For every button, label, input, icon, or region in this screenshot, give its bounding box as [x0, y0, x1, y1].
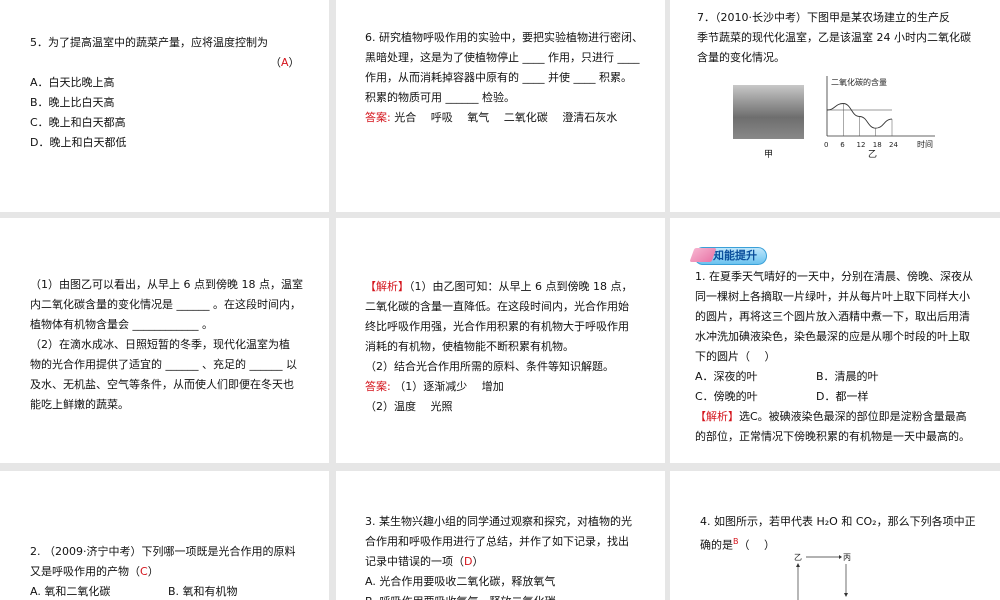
text-line: 内二氧化碳含量的变化情况是 ______ 。在这段时间内， — [30, 298, 301, 311]
answer-text: （1）逐渐减少 增加 — [394, 380, 504, 393]
text-line: 4. 如图所示，若甲代表 H₂O 和 CO₂，那么下列各项中正 — [700, 515, 976, 528]
question-text: 1. 在夏季天气晴好的一天中，分别在清晨、傍晚、深夜从 同一棵树上各摘取一片绿叶… — [695, 267, 973, 447]
analysis-label: 【解析】 — [365, 280, 409, 293]
x-tick-label: 0 — [824, 141, 828, 149]
x-axis-label: 时间 — [917, 139, 933, 149]
x-tick-label: 12 — [857, 141, 866, 149]
option: B. 呼吸作用要吸收氧气，释放二氧化碳 — [365, 592, 632, 600]
analysis-text: 【解析】（1）由乙图可知：从早上 6 点到傍晚 18 点， 二氧化碳的含量一直降… — [365, 277, 632, 417]
question-text: 4. 如图所示，若甲代表 H₂O 和 CO₂，那么下列各项中正 确的是B（ ） — [700, 512, 976, 552]
answer-text: 光合 呼吸 氧气 二氧化碳 澄清石灰水 — [394, 111, 618, 124]
text-line: 季节蔬菜的现代化温室，乙是该温室 24 小时内二氧化碳 — [697, 31, 971, 44]
bracket-close: ） — [288, 56, 300, 69]
slide-question-4: 4. 如图所示，若甲代表 H₂O 和 CO₂，那么下列各项中正 确的是B（ ） … — [670, 471, 1000, 600]
slide-question-7-parts: （1）由图乙可以看出，从早上 6 点到傍晚 18 点，温室 内二氧化碳含量的变化… — [0, 218, 329, 463]
text-line: 2. （2009·济宁中考）下列哪一项既是光合作用的原料 — [30, 545, 296, 558]
text-line: 作用，从而消耗掉容器中原有的 ____ 并使 ____ 积累。 — [365, 71, 632, 84]
arrowhead — [796, 563, 800, 567]
bracket-close: ） — [472, 555, 484, 568]
text-line: （1）由乙图可知：从早上 6 点到傍晚 18 点， — [409, 280, 633, 293]
text-line: （2）在滴水成冰、日照短暂的冬季，现代化温室为植 — [30, 338, 290, 351]
text-line: （2）结合光合作用所需的原料、条件等知识解题。 — [365, 360, 614, 373]
text-line: 3. 某生物兴趣小组的同学通过观察和探究，对植物的光 — [365, 515, 632, 528]
option: C．晚上和白天都高 — [30, 116, 126, 129]
text-line: 同一棵树上各摘取一片绿叶，并从每片叶上取下同样大小 — [695, 290, 970, 303]
text-line: 合作用和呼吸作用进行了总结，并作了如下记录，找出 — [365, 535, 629, 548]
answer-bracket: （A） — [30, 53, 300, 73]
text-line: 1. 在夏季天气晴好的一天中，分别在清晨、傍晚、深夜从 — [695, 270, 973, 283]
answer-letter: C — [140, 565, 148, 578]
option: A．白天比晚上高 — [30, 76, 115, 89]
answer-label: 答案: — [365, 380, 391, 393]
option: A. 光合作用要吸收二氧化碳，释放氧气 — [365, 575, 556, 588]
text-line: 消耗的有机物，使植物能不断积累有机物。 — [365, 340, 574, 353]
analysis-text: 的部位，正常情况下傍晚积累的有机物是一天中最高的。 — [695, 430, 970, 443]
text-line: 水冲洗加碘液染色，染色最深的应是从哪个时段的叶上取 — [695, 330, 970, 343]
bracket-close: （ ） — [738, 538, 776, 552]
option: D．都一样 — [816, 390, 869, 403]
slide-analysis-7: 【解析】（1）由乙图可知：从早上 6 点到傍晚 18 点， 二氧化碳的含量一直降… — [336, 218, 665, 463]
text-line: 又是呼吸作用的产物（ — [30, 565, 140, 578]
greenhouse-photo — [733, 85, 804, 139]
answer-text: （2）温度 光照 — [365, 400, 453, 413]
answer-letter: A — [281, 56, 289, 69]
diagram-label-yi: 乙 — [794, 553, 802, 562]
x-tick-label: 6 — [840, 141, 845, 149]
question-text: 2. （2009·济宁中考）下列哪一项既是光合作用的原料 又是呼吸作用的产物（C… — [30, 542, 295, 600]
slide-question-5: 5．为了提高温室中的蔬菜产量，应将温度控制为 （A） A．白天比晚上高 B．晚上… — [0, 0, 329, 212]
slide-question-1: 知能提升 1. 在夏季天气晴好的一天中，分别在清晨、傍晚、深夜从 同一棵树上各摘… — [670, 218, 1000, 463]
bracket-open: （ — [270, 56, 281, 69]
text-line: 终比呼吸作用强，光合作用积累的有机物大于呼吸作用 — [365, 320, 629, 333]
text-line: 6. 研究植物呼吸作用的实验中，要把实验植物进行密闭、 — [365, 31, 643, 44]
text-line: 下的圆片（ ） — [695, 350, 776, 363]
text-line: 7．（2010·长沙中考）下图甲是某农场建立的生产反 — [697, 11, 950, 24]
option: C．傍晚的叶 — [695, 390, 758, 403]
analysis-label: 【解析】 — [695, 410, 739, 423]
option: A．深夜的叶 — [695, 370, 758, 383]
slide-question-2: 2. （2009·济宁中考）下列哪一项既是光合作用的原料 又是呼吸作用的产物（C… — [0, 471, 329, 600]
text-line: 黑暗处理，这是为了使植物停止 ____ 作用，只进行 ____ — [365, 51, 640, 64]
analysis-text: 选C。被碘液染色最深的部位即是淀粉含量最高 — [739, 410, 967, 423]
text-line: （1）由图乙可以看出，从早上 6 点到傍晚 18 点，温室 — [30, 278, 303, 291]
slide-question-7: 7．（2010·长沙中考）下图甲是某农场建立的生产反 季节蔬菜的现代化温室，乙是… — [670, 0, 1000, 212]
text-line: 的圆片，再将这三个圆片放入酒精中煮一下，取出后用清 — [695, 310, 970, 323]
question-text: 7．（2010·长沙中考）下图甲是某农场建立的生产反 季节蔬菜的现代化温室，乙是… — [697, 8, 971, 68]
question-text: 5．为了提高温室中的蔬菜产量，应将温度控制为 （A） A．白天比晚上高 B．晚上… — [30, 33, 300, 153]
section-badge: 知能提升 — [689, 246, 767, 266]
option: A. 氧和二氧化碳 — [30, 585, 111, 598]
text-line: 二氧化碳的含量一直降低。在这段时间内，光合作用始 — [365, 300, 629, 313]
x-tick-label: 24 — [889, 141, 898, 149]
answer-label: 答案: — [365, 111, 391, 124]
option: B．清晨的叶 — [816, 370, 879, 383]
text-line: 物的光合作用提供了适宜的 ______ 、充足的 ______ 以 — [30, 358, 297, 371]
answer-line: 答案: 光合 呼吸 氧气 二氧化碳 澄清石灰水 — [365, 108, 643, 128]
question-text: 6. 研究植物呼吸作用的实验中，要把实验植物进行密闭、 黑暗处理，这是为了使植物… — [365, 28, 643, 128]
arrowhead — [839, 555, 842, 559]
arrowhead — [844, 593, 848, 597]
diagram-label-bing: 丙 — [843, 553, 851, 562]
option: B．晚上比白天高 — [30, 96, 115, 109]
chart-title: 二氧化碳的含量 — [831, 77, 887, 87]
slide-question-3: 3. 某生物兴趣小组的同学通过观察和探究，对植物的光 合作用和呼吸作用进行了总结… — [336, 471, 665, 600]
co2-chart: 0 6 12 18 24 二氧化碳的含量 时间 — [824, 76, 935, 149]
text-line: 含量的变化情况。 — [697, 51, 785, 64]
question-text: （1）由图乙可以看出，从早上 6 点到傍晚 18 点，温室 内二氧化碳含量的变化… — [30, 275, 303, 415]
text-line: 能吃上鲜嫩的蔬菜。 — [30, 398, 129, 411]
text-line: 记录中错误的一项（ — [365, 555, 464, 568]
chart-caption: 乙 — [868, 150, 878, 160]
option: B. 氧和有机物 — [168, 585, 238, 598]
question-text: 3. 某生物兴趣小组的同学通过观察和探究，对植物的光 合作用和呼吸作用进行了总结… — [365, 512, 632, 600]
text-line: 植物体有机物含量会 ____________ 。 — [30, 318, 213, 331]
photo-caption: 甲 — [764, 150, 774, 160]
bracket-close: ） — [147, 565, 159, 578]
question-stem: 5．为了提高温室中的蔬菜产量，应将温度控制为 — [30, 36, 268, 49]
slide-question-6: 6. 研究植物呼吸作用的实验中，要把实验植物进行密闭、 黑暗处理，这是为了使植物… — [336, 0, 665, 212]
text-line: 及水、无机盐、空气等条件，从而使人们即便在冬天也 — [30, 378, 294, 391]
text-line: 积累的物质可用 ______ 检验。 — [365, 91, 515, 104]
option: D．晚上和白天都低 — [30, 136, 127, 149]
text-line: 确的是 — [700, 538, 733, 552]
cycle-diagram: 乙 丙 — [794, 553, 851, 600]
